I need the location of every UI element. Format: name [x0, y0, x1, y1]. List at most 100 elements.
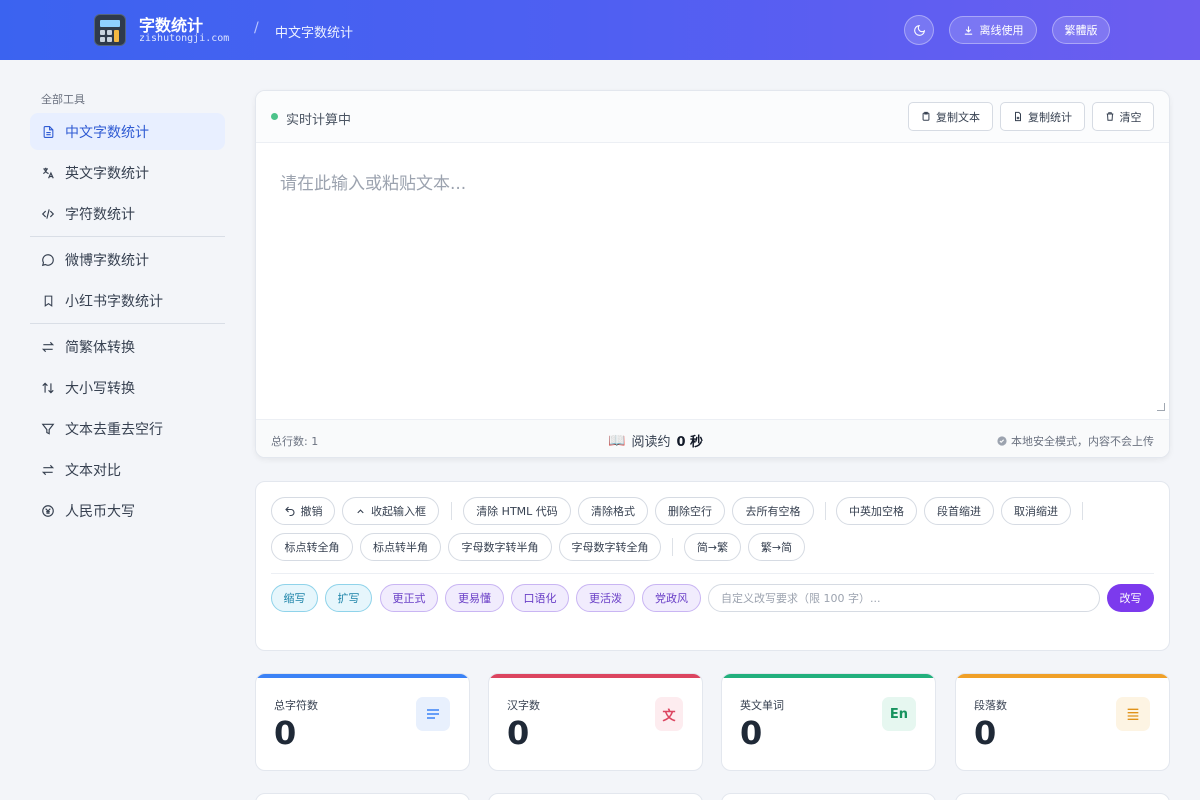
remove-spaces-label: 去所有空格 [745, 505, 801, 518]
sidebar-item-weibo-count[interactable]: 微博字数统计 [30, 241, 225, 278]
stat-card-partial [488, 793, 703, 800]
copy-text-label: 复制文本 [936, 110, 980, 124]
clear-format-button[interactable]: 清除格式 [578, 497, 648, 525]
file-icon [1015, 111, 1021, 122]
stat-value: 0 [974, 714, 997, 752]
calculator-logo-icon[interactable] [94, 14, 126, 46]
undo-label: 撤销 [300, 505, 323, 518]
traditional-version-label: 繁體版 [1064, 24, 1098, 37]
yuan-icon [41, 504, 55, 518]
rewrite-button[interactable]: 改写 [1107, 584, 1154, 612]
ai-simple-button[interactable]: 更易懂 [445, 584, 504, 612]
ai-formal-button[interactable]: 更正式 [380, 584, 438, 612]
shield-check-icon [997, 436, 1007, 446]
top-header: 字数统计 zishutongji.com / 中文字数统计 离线使用 繁體版 [0, 0, 1200, 60]
sidebar-item-label: 简繁体转换 [65, 339, 135, 356]
stat-card-english-words: 英文单词 0 En [721, 673, 936, 771]
alnum-fullwidth-label: 字母数字转全角 [571, 541, 649, 554]
copy-text-button[interactable]: 复制文本 [908, 102, 993, 131]
ai-simple-label: 更易懂 [458, 592, 491, 605]
ai-lively-label: 更活泼 [589, 592, 622, 605]
moon-icon [913, 24, 925, 36]
ai-official-style-label: 党政风 [655, 592, 688, 605]
stat-value: 0 [274, 714, 297, 752]
ai-shorten-button[interactable]: 缩写 [271, 584, 318, 612]
undo-button[interactable]: 撤销 [271, 497, 335, 525]
unindent-label: 取消缩进 [1014, 505, 1058, 518]
sidebar-item-simp-trad[interactable]: 简繁体转换 [30, 328, 225, 365]
sidebar-item-chinese-count[interactable]: 中文字数统计 [30, 113, 225, 150]
delete-empty-lines-button[interactable]: 删除空行 [655, 497, 725, 525]
stat-card-partial [255, 793, 470, 800]
lines-icon [416, 697, 450, 731]
cn-en-space-button[interactable]: 中英加空格 [836, 497, 917, 525]
editor-footer: 总行数: 1 📖 阅读约 0 秒 本地安全模式，内容不会上传 [256, 419, 1169, 457]
text-input[interactable] [256, 143, 1169, 419]
case-icon [41, 381, 55, 395]
english-icon: En [882, 697, 916, 731]
reading-time-value: 0 秒 [676, 435, 704, 450]
stat-card-partial [721, 793, 936, 800]
dark-mode-button[interactable] [904, 15, 934, 45]
collapse-input-button[interactable]: 收起输入框 [342, 497, 439, 525]
sidebar-item-case-convert[interactable]: 大小写转换 [30, 369, 225, 406]
ai-lively-button[interactable]: 更活泼 [576, 584, 635, 612]
sidebar-item-char-count[interactable]: 字符数统计 [30, 195, 225, 232]
offline-use-button[interactable]: 离线使用 [949, 16, 1037, 44]
remove-spaces-button[interactable]: 去所有空格 [732, 497, 814, 525]
copy-stats-button[interactable]: 复制统计 [1000, 102, 1085, 131]
unindent-button[interactable]: 取消缩进 [1001, 497, 1071, 525]
sidebar-item-rmb-uppercase[interactable]: 人民币大写 [30, 492, 225, 529]
undo-icon [284, 506, 294, 517]
breadcrumb: 中文字数统计 [275, 26, 354, 41]
ai-formal-label: 更正式 [392, 592, 426, 605]
punct-fullwidth-button[interactable]: 标点转全角 [271, 533, 353, 561]
resize-handle[interactable] [1157, 403, 1165, 411]
custom-rewrite-input[interactable] [708, 584, 1100, 612]
sidebar-item-label: 字符数统计 [65, 206, 135, 223]
delete-empty-lines-label: 删除空行 [668, 505, 712, 518]
to-traditional-label: 简→繁 [696, 541, 729, 554]
sidebar-item-label: 中文字数统计 [65, 124, 149, 141]
alnum-halfwidth-label: 字母数字转半角 [461, 541, 539, 554]
sidebar-item-dedupe[interactable]: 文本去重去空行 [30, 410, 225, 447]
ai-shorten-label: 缩写 [283, 592, 306, 605]
translate-icon [41, 166, 55, 180]
line-count: 总行数: 1 [271, 435, 319, 448]
paragraph-icon [1116, 697, 1150, 731]
stat-value: 0 [740, 714, 763, 752]
stat-label: 段落数 [974, 699, 1007, 712]
cn-en-space-label: 中英加空格 [849, 505, 904, 518]
sidebar-divider [30, 236, 225, 237]
ai-expand-button[interactable]: 扩写 [325, 584, 372, 612]
traditional-version-button[interactable]: 繁體版 [1052, 16, 1110, 44]
ai-colloquial-button[interactable]: 口语化 [511, 584, 569, 612]
punct-halfwidth-label: 标点转半角 [373, 541, 428, 554]
to-simplified-button[interactable]: 繁→简 [748, 533, 805, 561]
ai-official-style-button[interactable]: 党政风 [642, 584, 701, 612]
chevron-up-icon [357, 508, 364, 513]
clear-button[interactable]: 清空 [1092, 102, 1154, 131]
collapse-input-label: 收起输入框 [371, 505, 426, 518]
ai-colloquial-label: 口语化 [523, 592, 557, 605]
indent-button[interactable]: 段首缩进 [924, 497, 994, 525]
to-traditional-button[interactable]: 简→繁 [684, 533, 741, 561]
alnum-fullwidth-button[interactable]: 字母数字转全角 [559, 533, 661, 561]
sidebar-item-label: 大小写转换 [65, 380, 135, 397]
punct-halfwidth-button[interactable]: 标点转半角 [360, 533, 441, 561]
to-simplified-label: 繁→简 [760, 541, 793, 554]
sidebar-item-xiaohongshu-count[interactable]: 小红书字数统计 [30, 282, 225, 319]
sidebar-item-english-count[interactable]: 英文字数统计 [30, 154, 225, 191]
hanzi-icon: 文 [655, 697, 683, 731]
tools-separator [672, 538, 673, 556]
clear-html-button[interactable]: 清除 HTML 代码 [463, 497, 571, 525]
stat-card-partial [955, 793, 1170, 800]
alnum-halfwidth-button[interactable]: 字母数字转半角 [448, 533, 552, 561]
sidebar-section-label: 全部工具 [41, 93, 85, 106]
code-icon [41, 207, 55, 221]
live-status-text: 实时计算中 [286, 113, 352, 128]
sidebar-item-text-compare[interactable]: 文本对比 [30, 451, 225, 488]
clear-label: 清空 [1119, 110, 1142, 124]
sidebar-divider [30, 323, 225, 324]
safe-mode-text: 本地安全模式，内容不会上传 [1011, 435, 1154, 448]
